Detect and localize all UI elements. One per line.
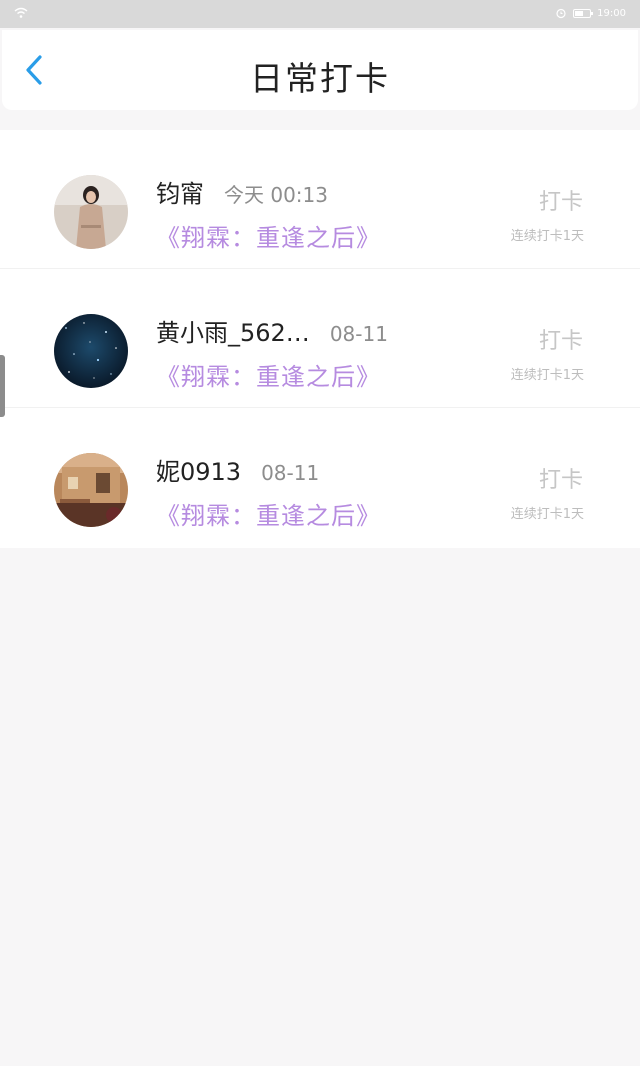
checkin-button[interactable]: 打卡 xyxy=(539,462,583,494)
name-line: 妮0913 08-11 xyxy=(156,452,319,487)
streak-text: 连续打卡1天 xyxy=(510,507,584,522)
list-item[interactable]: 黄小雨_562… 08-11 《翔霖：重逢之后》 打卡 连续打卡1天 xyxy=(0,269,640,408)
header-bar: 日常打卡 xyxy=(2,30,638,110)
status-time: 19:00 xyxy=(597,7,626,19)
post-time: 08-11 xyxy=(261,461,320,485)
side-drawer-handle[interactable] xyxy=(0,355,5,417)
status-bar: 19:00 xyxy=(0,0,640,28)
name-line: 黄小雨_562… 08-11 xyxy=(156,313,388,348)
checkin-list: 钧甯 今天 00:13 《翔霖：重逢之后》 打卡 连续打卡1天 黄小雨_562…… xyxy=(0,130,640,548)
streak-text: 连续打卡1天 xyxy=(510,229,584,244)
streak-text: 连续打卡1天 xyxy=(510,368,584,383)
post-time: 今天 00:13 xyxy=(224,183,328,207)
name-line: 钧甯 今天 00:13 xyxy=(156,174,328,209)
page-title: 日常打卡 xyxy=(250,59,390,98)
avatar-house xyxy=(54,453,128,527)
book-title[interactable]: 《翔霖：重逢之后》 xyxy=(156,357,381,392)
user-name[interactable]: 妮0913 xyxy=(156,452,241,487)
book-title[interactable]: 《翔霖：重逢之后》 xyxy=(156,496,381,531)
post-time: 08-11 xyxy=(329,322,388,346)
status-right: 19:00 xyxy=(555,7,626,19)
avatar[interactable] xyxy=(54,314,128,388)
checkin-button[interactable]: 打卡 xyxy=(539,323,583,355)
wifi-icon xyxy=(14,7,28,18)
avatar-starry-sky xyxy=(54,314,128,388)
user-name[interactable]: 黄小雨_562… xyxy=(156,313,310,348)
battery-icon xyxy=(573,8,594,18)
alarm-icon xyxy=(556,8,566,19)
list-item[interactable]: 妮0913 08-11 《翔霖：重逢之后》 打卡 连续打卡1天 xyxy=(0,408,640,548)
avatar-woman-photo xyxy=(54,175,128,249)
book-title[interactable]: 《翔霖：重逢之后》 xyxy=(156,218,381,253)
list-item[interactable]: 钧甯 今天 00:13 《翔霖：重逢之后》 打卡 连续打卡1天 xyxy=(0,130,640,269)
checkin-button[interactable]: 打卡 xyxy=(539,184,583,216)
user-name[interactable]: 钧甯 xyxy=(156,174,204,209)
avatar[interactable] xyxy=(54,175,128,249)
avatar[interactable] xyxy=(54,453,128,527)
